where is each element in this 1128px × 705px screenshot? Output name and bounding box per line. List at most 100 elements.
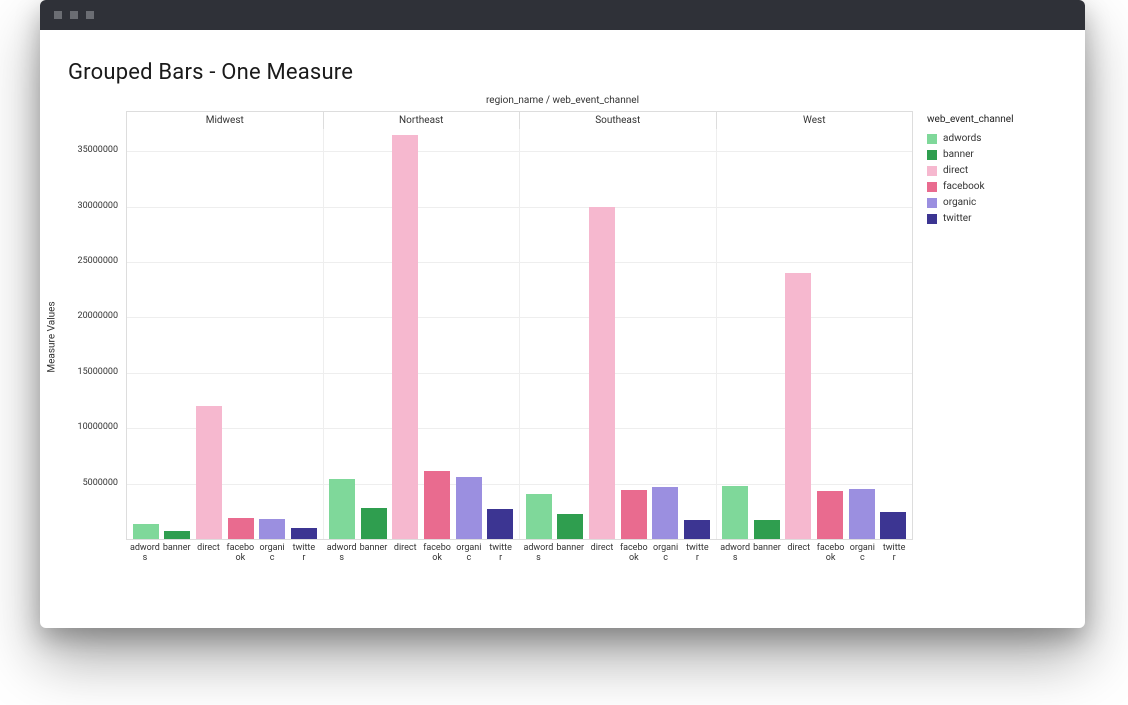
bar-group xyxy=(127,129,324,539)
y-tick: 30000000 xyxy=(78,201,118,211)
group-headers: MidwestNortheastSoutheastWest xyxy=(126,110,913,129)
bar-slot xyxy=(681,520,713,539)
bar-slot xyxy=(649,487,681,539)
bar-slot xyxy=(846,489,878,539)
bar[interactable] xyxy=(652,487,678,539)
bar-slot xyxy=(288,528,320,539)
bar-slot xyxy=(720,486,752,539)
x-tick: adwords xyxy=(326,540,358,563)
bar[interactable] xyxy=(684,520,710,539)
bar-slot xyxy=(225,518,257,539)
legend-item[interactable]: adwords xyxy=(927,131,1057,147)
x-tick: direct xyxy=(389,540,421,563)
legend-swatch xyxy=(927,198,937,208)
bar[interactable] xyxy=(785,273,811,539)
window-titlebar xyxy=(40,0,1085,30)
x-tick: facebook xyxy=(815,540,847,563)
bar[interactable] xyxy=(557,514,583,539)
bar-slot xyxy=(555,514,587,539)
bar[interactable] xyxy=(164,531,190,539)
y-tick: 5000000 xyxy=(83,478,118,488)
x-tick: organic xyxy=(453,540,485,563)
legend-label: adwords xyxy=(943,131,981,147)
bar[interactable] xyxy=(228,518,254,539)
x-axis-group: adwordsbannerdirectfacebookorganictwitte… xyxy=(716,540,913,563)
bar[interactable] xyxy=(196,406,222,539)
bar-slot xyxy=(358,508,390,539)
x-tick: twitter xyxy=(681,540,713,563)
legend-label: banner xyxy=(943,147,974,163)
x-tick: banner xyxy=(751,540,783,563)
bar[interactable] xyxy=(456,477,482,539)
bar[interactable] xyxy=(424,471,450,539)
x-axis-group: adwordsbannerdirectfacebookorganictwitte… xyxy=(323,540,520,563)
x-tick: direct xyxy=(193,540,225,563)
x-tick: adwords xyxy=(523,540,555,563)
bar[interactable] xyxy=(621,490,647,539)
x-tick: facebook xyxy=(421,540,453,563)
legend-item[interactable]: facebook xyxy=(927,179,1057,195)
x-tick: banner xyxy=(554,540,586,563)
x-tick: organic xyxy=(256,540,288,563)
bar-slot xyxy=(877,512,909,539)
legend-item[interactable]: direct xyxy=(927,163,1057,179)
bar[interactable] xyxy=(329,479,355,539)
bar[interactable] xyxy=(259,519,285,539)
bar-slot xyxy=(193,406,225,539)
chart-facet-title: region_name / web_event_channel xyxy=(68,95,1057,106)
bar[interactable] xyxy=(754,520,780,539)
legend-title: web_event_channel xyxy=(927,114,1057,125)
bar[interactable] xyxy=(291,528,317,539)
legend-item[interactable]: banner xyxy=(927,147,1057,163)
bar-group xyxy=(324,129,521,539)
x-tick: banner xyxy=(358,540,390,563)
window-dot-1 xyxy=(54,11,62,19)
y-tick: 35000000 xyxy=(78,145,118,155)
bar-slot xyxy=(327,479,359,539)
bar-slot xyxy=(390,135,422,539)
legend-label: organic xyxy=(943,195,976,211)
app-window: Grouped Bars - One Measure region_name /… xyxy=(40,0,1085,628)
bar-slot xyxy=(814,491,846,539)
x-tick: adwords xyxy=(129,540,161,563)
bar[interactable] xyxy=(817,491,843,539)
x-tick: organic xyxy=(650,540,682,563)
x-tick: facebook xyxy=(224,540,256,563)
x-tick: twitter xyxy=(485,540,517,563)
x-tick: direct xyxy=(783,540,815,563)
chart: Measure Values 5000000100000001500000020… xyxy=(68,110,1057,563)
bar-slot xyxy=(453,477,485,539)
window-dot-3 xyxy=(86,11,94,19)
x-tick: banner xyxy=(161,540,193,563)
y-tick: 10000000 xyxy=(78,422,118,432)
x-tick: facebook xyxy=(618,540,650,563)
x-axis-group: adwordsbannerdirectfacebookorganictwitte… xyxy=(520,540,717,563)
x-tick: twitter xyxy=(878,540,910,563)
bar[interactable] xyxy=(361,508,387,539)
bar-slot xyxy=(783,273,815,539)
legend-swatch xyxy=(927,134,937,144)
group-header: West xyxy=(717,111,914,129)
legend-swatch xyxy=(927,150,937,160)
group-header: Northeast xyxy=(324,111,521,129)
bar-slot xyxy=(586,207,618,539)
y-axis-label: Measure Values xyxy=(47,301,58,372)
legend-swatch xyxy=(927,182,937,192)
bar[interactable] xyxy=(392,135,418,539)
bar-slot xyxy=(751,520,783,539)
bar[interactable] xyxy=(849,489,875,539)
bar-slot xyxy=(256,519,288,539)
legend-swatch xyxy=(927,214,937,224)
x-axis-group: adwordsbannerdirectfacebookorganictwitte… xyxy=(126,540,323,563)
bar[interactable] xyxy=(133,524,159,540)
bar[interactable] xyxy=(589,207,615,539)
legend-item[interactable]: organic xyxy=(927,195,1057,211)
bar[interactable] xyxy=(722,486,748,539)
plot-area xyxy=(126,129,913,540)
legend-label: twitter xyxy=(943,211,971,227)
bar[interactable] xyxy=(487,509,513,539)
bar[interactable] xyxy=(880,512,906,539)
bar-slot xyxy=(484,509,516,539)
legend-item[interactable]: twitter xyxy=(927,211,1057,227)
bar[interactable] xyxy=(526,494,552,539)
